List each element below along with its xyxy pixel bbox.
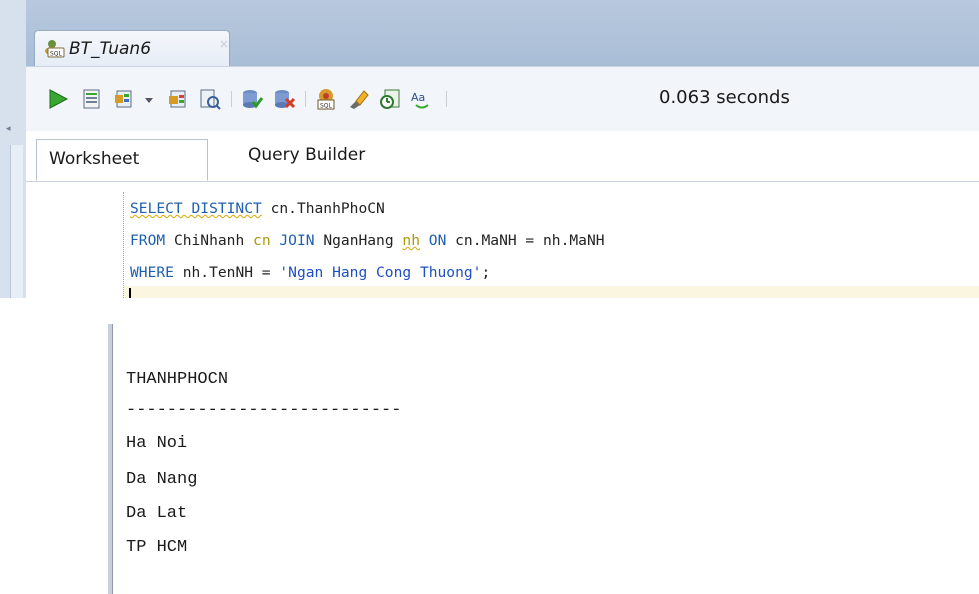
sql-connection-icon: SQL	[43, 38, 65, 58]
sql-alias: nh	[402, 232, 420, 249]
autotrace-icon[interactable]	[112, 87, 136, 111]
worksheet-tab-title: BT_Tuan6	[69, 39, 152, 59]
left-side-strip: ◂	[0, 0, 27, 298]
line-gutter	[26, 182, 122, 298]
sql-keyword: SELECT DISTINCT	[130, 200, 262, 217]
sql-keyword: WHERE	[130, 264, 174, 281]
elapsed-time-label: 0.063 seconds	[659, 87, 790, 108]
result-row: Da Nang	[126, 470, 198, 489]
toolbar-separator	[305, 91, 306, 107]
toolbar-separator	[446, 91, 447, 107]
worksheet-document-tab[interactable]: SQL BT_Tuan6 ×	[34, 30, 230, 66]
worksheet-toolbar: SQL Aa 0.063 seconds	[26, 66, 979, 132]
svg-text:Aa: Aa	[411, 91, 425, 104]
result-column-header: THANHPHOCN	[126, 370, 229, 389]
run-script-icon[interactable]	[80, 87, 104, 111]
collapse-arrow-icon[interactable]: ◂	[6, 125, 14, 134]
explain-plan-icon[interactable]	[166, 87, 190, 111]
sql-keyword: FROM	[130, 232, 166, 249]
commit-icon[interactable]	[240, 87, 264, 111]
result-separator: ---------------------------	[126, 401, 402, 420]
toolbar-separator	[231, 91, 232, 107]
result-row: Ha Noi	[126, 434, 188, 453]
sql-tuning-advisor-icon[interactable]	[198, 87, 222, 111]
sql-string-literal: 'Ngan Hang Cong Thuong'	[279, 264, 482, 281]
rollback-icon[interactable]	[272, 87, 296, 111]
close-tab-icon[interactable]: ×	[219, 37, 229, 51]
text-caret	[129, 288, 131, 298]
sql-keyword: JOIN	[270, 232, 315, 249]
sql-text: cn.ThanhPhoCN	[261, 200, 385, 217]
clear-eraser-icon[interactable]	[346, 87, 370, 111]
gutter-divider	[123, 192, 124, 298]
editor-panel: ◂ SQL BT_Tuan6 × SQL Aa 0.063 seconds Wo…	[0, 0, 979, 298]
current-line-highlight	[124, 286, 979, 298]
sql-code-editor[interactable]: SELECT DISTINCT cn.ThanhPhoCN FROM ChiNh…	[26, 182, 979, 298]
document-tab-strip: SQL BT_Tuan6 ×	[26, 0, 979, 66]
chevron-down-icon[interactable]	[142, 87, 156, 111]
code-line: FROM ChiNhanh cn JOIN NganHang nh ON cn.…	[130, 232, 605, 249]
code-line: WHERE nh.TenNH = 'Ngan Hang Cong Thuong'…	[130, 264, 490, 281]
unshared-sql-worksheet-icon[interactable]: SQL	[314, 87, 338, 111]
query-output-panel: THANHPHOCN --------------------------- H…	[0, 298, 979, 594]
sql-alias: cn	[253, 232, 271, 249]
result-row: Da Lat	[126, 504, 188, 523]
sql-text: nh.TenNH =	[173, 264, 280, 281]
sql-keyword: ON	[420, 232, 447, 249]
sql-text: cn.MaNH = nh.MaNH	[446, 232, 605, 249]
code-line: SELECT DISTINCT cn.ThanhPhoCN	[130, 200, 385, 217]
svg-text:SQL: SQL	[50, 51, 63, 58]
result-row: TP HCM	[126, 538, 188, 557]
sql-text: ChiNhanh	[165, 232, 254, 249]
run-statement-icon[interactable]	[46, 87, 70, 111]
sql-text: NganHang	[314, 232, 403, 249]
to-upper-lower-case-icon[interactable]: Aa	[410, 87, 434, 111]
worksheet-subtabs: Worksheet Query Builder	[26, 131, 979, 182]
tab-worksheet-label: Worksheet	[49, 149, 140, 169]
tab-worksheet[interactable]: Worksheet	[36, 139, 208, 181]
tab-query-builder[interactable]: Query Builder	[248, 145, 365, 165]
sql-text: ;	[481, 264, 491, 281]
output-left-border	[108, 324, 113, 594]
side-panel-edge	[10, 145, 23, 298]
svg-text:SQL: SQL	[320, 103, 333, 110]
sql-history-icon[interactable]	[378, 87, 402, 111]
